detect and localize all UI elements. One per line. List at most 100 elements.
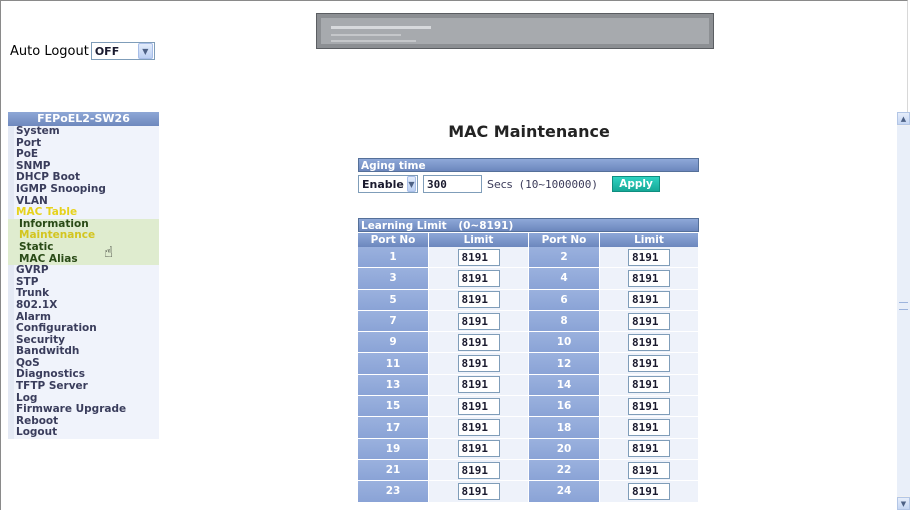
port-number-cell: 23 [358, 481, 429, 503]
limit-input[interactable]: 8191 [628, 461, 670, 479]
limit-input[interactable]: 8191 [457, 461, 500, 479]
limit-cell: 8191 [429, 247, 529, 269]
sidebar-item-qos[interactable]: QoS [8, 357, 159, 370]
sidebar-item-bandwitdh[interactable]: Bandwitdh [8, 346, 159, 358]
sidebar-item-alarm[interactable]: Alarm [8, 311, 159, 324]
table-row: 15 8191 16 8191 [358, 396, 699, 418]
limit-cell: 8191 [429, 417, 529, 439]
limit-input[interactable]: 8191 [628, 355, 670, 373]
port-number-cell: 8 [529, 310, 600, 333]
apply-button[interactable]: Apply [612, 176, 661, 192]
limit-input[interactable]: 8191 [457, 482, 500, 500]
table-row: 11 8191 12 8191 [358, 353, 699, 375]
aging-time-header: Aging time [358, 158, 699, 172]
auto-logout-select[interactable]: OFF ▼ [90, 42, 155, 60]
port-number-cell: 10 [529, 332, 600, 354]
table-row: 3 8191 4 8191 [358, 268, 699, 290]
device-label-strip [331, 34, 401, 36]
column-header: Port No [358, 233, 429, 247]
sidebar-item-igmp-snooping[interactable]: IGMP Snooping [8, 183, 159, 196]
limit-input[interactable]: 8191 [628, 419, 670, 437]
limit-cell: 8191 [429, 459, 529, 482]
sidebar-item-log[interactable]: Log [8, 392, 159, 405]
scroll-up-icon[interactable]: ▲ [897, 112, 910, 125]
limit-cell: 8191 [429, 310, 529, 333]
port-number-cell: 11 [358, 353, 429, 375]
learning-limit-header: Learning Limit (0~8191) [358, 218, 699, 232]
chevron-down-icon[interactable]: ▼ [137, 43, 153, 59]
sidebar-item-mac-alias[interactable]: MAC Alias [8, 253, 159, 266]
sidebar-item-gvrp[interactable]: GVRP [8, 265, 159, 277]
limit-input[interactable]: 8191 [457, 355, 500, 373]
table-row: 9 8191 10 8191 [358, 332, 699, 354]
sidebar-item-information[interactable]: Information [8, 218, 159, 231]
limit-input[interactable]: 8191 [457, 397, 500, 415]
sidebar-item-logout[interactable]: Logout [8, 427, 159, 440]
vertical-scrollbar[interactable]: ▲ ▼ [897, 112, 910, 510]
limit-input[interactable]: 8191 [628, 333, 670, 351]
aging-time-input[interactable]: 300 [423, 175, 482, 193]
table-header: Port No Limit Port No Limit [358, 233, 699, 247]
sidebar-item-stp[interactable]: STP [8, 276, 159, 289]
auto-logout-value: OFF [94, 44, 120, 58]
sidebar-item-system[interactable]: System [8, 126, 159, 138]
sidebar-item-trunk[interactable]: Trunk [8, 288, 159, 300]
sidebar-item-firmware-upgrade[interactable]: Firmware Upgrade [8, 404, 159, 416]
sidebar-item-diagnostics[interactable]: Diagnostics [8, 369, 159, 382]
limit-input[interactable]: 8191 [457, 376, 500, 394]
sidebar-item-poe[interactable]: PoE [8, 149, 159, 161]
limit-cell: 8191 [429, 396, 529, 418]
sidebar-item-snmp[interactable]: SNMP [8, 160, 159, 173]
sidebar-title: FEPoEL2-SW26 [8, 112, 159, 126]
limit-input[interactable]: 8191 [457, 419, 500, 437]
limit-input[interactable]: 8191 [457, 440, 500, 458]
scrollbar-thumb[interactable] [897, 126, 910, 496]
limit-cell: 8191 [429, 438, 529, 460]
sidebar-item-reboot[interactable]: Reboot [8, 415, 159, 428]
sidebar-item-802-1x[interactable]: 802.1X [8, 299, 159, 312]
limit-cell: 8191 [600, 481, 699, 503]
learning-limit-label: Learning Limit [361, 220, 447, 232]
sidebar-item-mac-table[interactable]: MAC Table [8, 207, 159, 219]
sidebar-item-tftp-server[interactable]: TFTP Server [8, 381, 159, 393]
limit-input[interactable]: 8191 [457, 248, 500, 266]
limit-input[interactable]: 8191 [457, 312, 500, 330]
limit-input[interactable]: 8191 [628, 397, 670, 415]
port-number-cell: 7 [358, 310, 429, 333]
port-number-cell: 19 [358, 438, 429, 460]
port-number-cell: 15 [358, 396, 429, 418]
limit-input[interactable]: 8191 [628, 312, 670, 330]
limit-input[interactable]: 8191 [628, 291, 670, 309]
sidebar-item-static[interactable]: Static [8, 241, 159, 254]
chevron-down-icon[interactable]: ▼ [406, 176, 416, 192]
limit-input[interactable]: 8191 [457, 291, 500, 309]
table-row: 17 8191 18 8191 [358, 417, 699, 439]
aging-mode-select[interactable]: Enable ▼ [358, 175, 418, 193]
limit-cell: 8191 [600, 417, 699, 439]
limit-input[interactable]: 8191 [628, 248, 670, 266]
port-number-cell: 21 [358, 459, 429, 482]
sidebar-item-port[interactable]: Port [8, 137, 159, 150]
limit-input[interactable]: 8191 [457, 333, 500, 351]
aging-time-panel: Aging time Enable ▼ 300 Secs (10~1000000… [358, 158, 699, 194]
limit-input[interactable]: 8191 [628, 376, 670, 394]
limit-input[interactable]: 8191 [628, 269, 670, 287]
limit-input[interactable]: 8191 [457, 269, 500, 287]
limit-input[interactable]: 8191 [628, 482, 670, 500]
port-number-cell: 12 [529, 353, 600, 375]
limit-input[interactable]: 8191 [628, 440, 670, 458]
switch-device-image [316, 13, 714, 49]
sidebar-item-dhcp-boot[interactable]: DHCP Boot [8, 172, 159, 184]
port-number-cell: 2 [529, 247, 600, 269]
port-number-cell: 20 [529, 438, 600, 460]
sidebar-item-vlan[interactable]: VLAN [8, 195, 159, 208]
limit-cell: 8191 [429, 332, 529, 354]
port-number-cell: 13 [358, 374, 429, 397]
hand-cursor-icon: ☝ [104, 243, 114, 261]
sidebar-item-configuration[interactable]: Configuration [8, 323, 159, 335]
sidebar-item-maintenance[interactable]: Maintenance [8, 230, 159, 242]
port-number-cell: 5 [358, 289, 429, 311]
table-row: 21 8191 22 8191 [358, 459, 699, 482]
scroll-down-icon[interactable]: ▼ [897, 497, 910, 510]
sidebar-item-security[interactable]: Security [8, 334, 159, 347]
